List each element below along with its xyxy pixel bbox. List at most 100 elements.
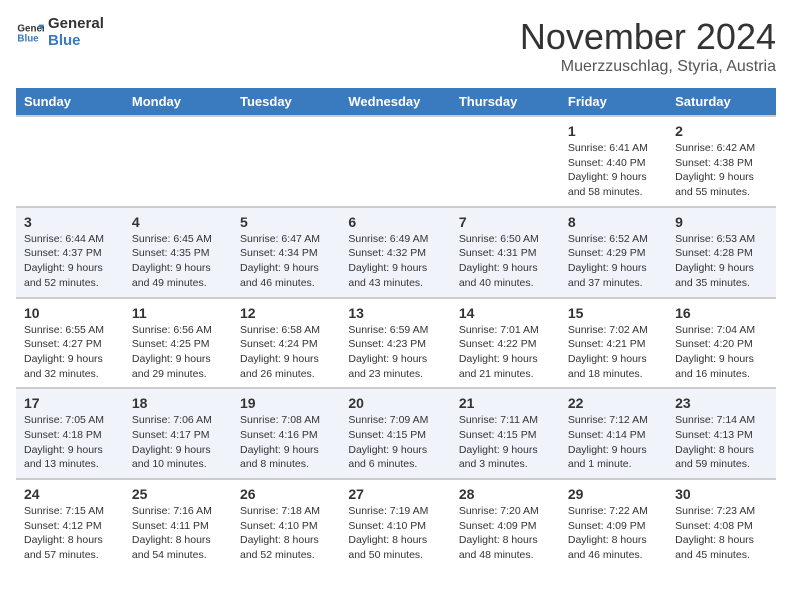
day-info: Sunrise: 7:11 AM Sunset: 4:15 PM Dayligh…: [459, 413, 552, 472]
calendar-header-row: SundayMondayTuesdayWednesdayThursdayFrid…: [16, 88, 776, 116]
logo-line1: General: [48, 16, 104, 33]
week-row-3: 10Sunrise: 6:55 AM Sunset: 4:27 PM Dayli…: [16, 298, 776, 389]
day-cell: 10Sunrise: 6:55 AM Sunset: 4:27 PM Dayli…: [16, 298, 124, 389]
day-info: Sunrise: 6:58 AM Sunset: 4:24 PM Dayligh…: [240, 323, 332, 382]
day-info: Sunrise: 7:14 AM Sunset: 4:13 PM Dayligh…: [675, 413, 768, 472]
day-number: 20: [348, 395, 442, 411]
day-info: Sunrise: 7:05 AM Sunset: 4:18 PM Dayligh…: [24, 413, 116, 472]
week-row-5: 24 Sunrise: 7:15 AM Sunset: 4:12 PM Dayli…: [16, 479, 776, 569]
day-info: Sunrise: 6:41 AM Sunset: 4:40 PM Dayligh…: [568, 141, 659, 200]
day-number: 16: [675, 305, 768, 321]
day-cell: 8 Sunrise: 6:52 AM Sunset: 4:29 PM Daylig…: [560, 207, 667, 298]
day-cell: 11 Sunrise: 6:56 AM Sunset: 4:25 PM Dayli…: [124, 298, 232, 389]
col-header-saturday: Saturday: [667, 88, 776, 116]
day-cell: 14Sunrise: 7:01 AM Sunset: 4:22 PM Dayli…: [451, 298, 560, 389]
day-info: Sunrise: 7:02 AM Sunset: 4:21 PM Dayligh…: [568, 323, 659, 382]
day-number: 29: [568, 486, 659, 502]
logo: General Blue General Blue: [16, 16, 104, 49]
day-cell: 1Sunrise: 6:41 AM Sunset: 4:40 PM Daylig…: [560, 116, 667, 207]
day-cell: 9 Sunrise: 6:53 AM Sunset: 4:28 PM Daylig…: [667, 207, 776, 298]
day-cell: [451, 116, 560, 207]
month-title: November 2024: [520, 16, 776, 58]
day-info: Sunrise: 6:50 AM Sunset: 4:31 PM Dayligh…: [459, 232, 552, 291]
day-number: 26: [240, 486, 332, 502]
day-cell: 5Sunrise: 6:47 AM Sunset: 4:34 PM Daylig…: [232, 207, 340, 298]
day-cell: 17 Sunrise: 7:05 AM Sunset: 4:18 PM Dayli…: [16, 388, 124, 479]
day-cell: [124, 116, 232, 207]
day-cell: 19 Sunrise: 7:08 AM Sunset: 4:16 PM Dayli…: [232, 388, 340, 479]
day-info: Sunrise: 7:20 AM Sunset: 4:09 PM Dayligh…: [459, 504, 552, 563]
day-number: 24: [24, 486, 116, 502]
day-cell: 21 Sunrise: 7:11 AM Sunset: 4:15 PM Dayli…: [451, 388, 560, 479]
day-cell: 6Sunrise: 6:49 AM Sunset: 4:32 PM Daylig…: [340, 207, 450, 298]
day-cell: 16 Sunrise: 7:04 AM Sunset: 4:20 PM Dayli…: [667, 298, 776, 389]
day-cell: 7 Sunrise: 6:50 AM Sunset: 4:31 PM Daylig…: [451, 207, 560, 298]
day-info: Sunrise: 7:08 AM Sunset: 4:16 PM Dayligh…: [240, 413, 332, 472]
day-info: Sunrise: 7:19 AM Sunset: 4:10 PM Dayligh…: [348, 504, 442, 563]
day-info: Sunrise: 6:47 AM Sunset: 4:34 PM Dayligh…: [240, 232, 332, 291]
day-number: 23: [675, 395, 768, 411]
day-info: Sunrise: 7:15 AM Sunset: 4:12 PM Dayligh…: [24, 504, 116, 563]
day-number: 13: [348, 305, 442, 321]
day-number: 6: [348, 214, 442, 230]
day-number: 17: [24, 395, 116, 411]
day-info: Sunrise: 6:55 AM Sunset: 4:27 PM Dayligh…: [24, 323, 116, 382]
day-number: 30: [675, 486, 768, 502]
day-cell: 25 Sunrise: 7:16 AM Sunset: 4:11 PM Dayli…: [124, 479, 232, 569]
day-info: Sunrise: 7:06 AM Sunset: 4:17 PM Dayligh…: [132, 413, 224, 472]
day-cell: 24 Sunrise: 7:15 AM Sunset: 4:12 PM Dayli…: [16, 479, 124, 569]
day-cell: 26 Sunrise: 7:18 AM Sunset: 4:10 PM Dayli…: [232, 479, 340, 569]
day-cell: 2 Sunrise: 6:42 AM Sunset: 4:38 PM Daylig…: [667, 116, 776, 207]
day-number: 15: [568, 305, 659, 321]
day-info: Sunrise: 7:22 AM Sunset: 4:09 PM Dayligh…: [568, 504, 659, 563]
day-cell: [340, 116, 450, 207]
day-info: Sunrise: 7:16 AM Sunset: 4:11 PM Dayligh…: [132, 504, 224, 563]
day-cell: 20 Sunrise: 7:09 AM Sunset: 4:15 PM Dayli…: [340, 388, 450, 479]
col-header-monday: Monday: [124, 88, 232, 116]
day-info: Sunrise: 6:42 AM Sunset: 4:38 PM Dayligh…: [675, 141, 768, 200]
day-cell: 4Sunrise: 6:45 AM Sunset: 4:35 PM Daylig…: [124, 207, 232, 298]
day-number: 12: [240, 305, 332, 321]
day-info: Sunrise: 7:09 AM Sunset: 4:15 PM Dayligh…: [348, 413, 442, 472]
week-row-4: 17 Sunrise: 7:05 AM Sunset: 4:18 PM Dayli…: [16, 388, 776, 479]
day-number: 3: [24, 214, 116, 230]
day-info: Sunrise: 6:56 AM Sunset: 4:25 PM Dayligh…: [132, 323, 224, 382]
day-cell: 22Sunrise: 7:12 AM Sunset: 4:14 PM Dayli…: [560, 388, 667, 479]
day-number: 11: [132, 305, 224, 321]
week-row-1: 1Sunrise: 6:41 AM Sunset: 4:40 PM Daylig…: [16, 116, 776, 207]
day-info: Sunrise: 6:52 AM Sunset: 4:29 PM Dayligh…: [568, 232, 659, 291]
day-cell: 18 Sunrise: 7:06 AM Sunset: 4:17 PM Dayli…: [124, 388, 232, 479]
col-header-tuesday: Tuesday: [232, 88, 340, 116]
day-info: Sunrise: 7:12 AM Sunset: 4:14 PM Dayligh…: [568, 413, 659, 472]
day-number: 9: [675, 214, 768, 230]
title-block: November 2024 Muerzzuschlag, Styria, Aus…: [520, 16, 776, 76]
day-number: 7: [459, 214, 552, 230]
day-number: 4: [132, 214, 224, 230]
day-cell: 27 Sunrise: 7:19 AM Sunset: 4:10 PM Dayli…: [340, 479, 450, 569]
day-cell: 15 Sunrise: 7:02 AM Sunset: 4:21 PM Dayli…: [560, 298, 667, 389]
day-cell: 30Sunrise: 7:23 AM Sunset: 4:08 PM Dayli…: [667, 479, 776, 569]
day-number: 18: [132, 395, 224, 411]
day-number: 8: [568, 214, 659, 230]
day-cell: 3Sunrise: 6:44 AM Sunset: 4:37 PM Daylig…: [16, 207, 124, 298]
day-cell: 23 Sunrise: 7:14 AM Sunset: 4:13 PM Dayli…: [667, 388, 776, 479]
day-number: 27: [348, 486, 442, 502]
svg-text:Blue: Blue: [17, 33, 39, 44]
day-cell: 13 Sunrise: 6:59 AM Sunset: 4:23 PM Dayli…: [340, 298, 450, 389]
day-cell: 12 Sunrise: 6:58 AM Sunset: 4:24 PM Dayli…: [232, 298, 340, 389]
day-info: Sunrise: 7:18 AM Sunset: 4:10 PM Dayligh…: [240, 504, 332, 563]
day-number: 25: [132, 486, 224, 502]
day-number: 19: [240, 395, 332, 411]
day-number: 21: [459, 395, 552, 411]
page-header: General Blue General Blue November 2024 …: [16, 16, 776, 76]
day-number: 2: [675, 123, 768, 139]
day-info: Sunrise: 6:59 AM Sunset: 4:23 PM Dayligh…: [348, 323, 442, 382]
day-info: Sunrise: 6:53 AM Sunset: 4:28 PM Dayligh…: [675, 232, 768, 291]
col-header-friday: Friday: [560, 88, 667, 116]
logo-icon: General Blue: [16, 19, 44, 47]
logo-line2: Blue: [48, 33, 104, 50]
col-header-wednesday: Wednesday: [340, 88, 450, 116]
week-row-2: 3Sunrise: 6:44 AM Sunset: 4:37 PM Daylig…: [16, 207, 776, 298]
day-info: Sunrise: 7:04 AM Sunset: 4:20 PM Dayligh…: [675, 323, 768, 382]
day-number: 28: [459, 486, 552, 502]
